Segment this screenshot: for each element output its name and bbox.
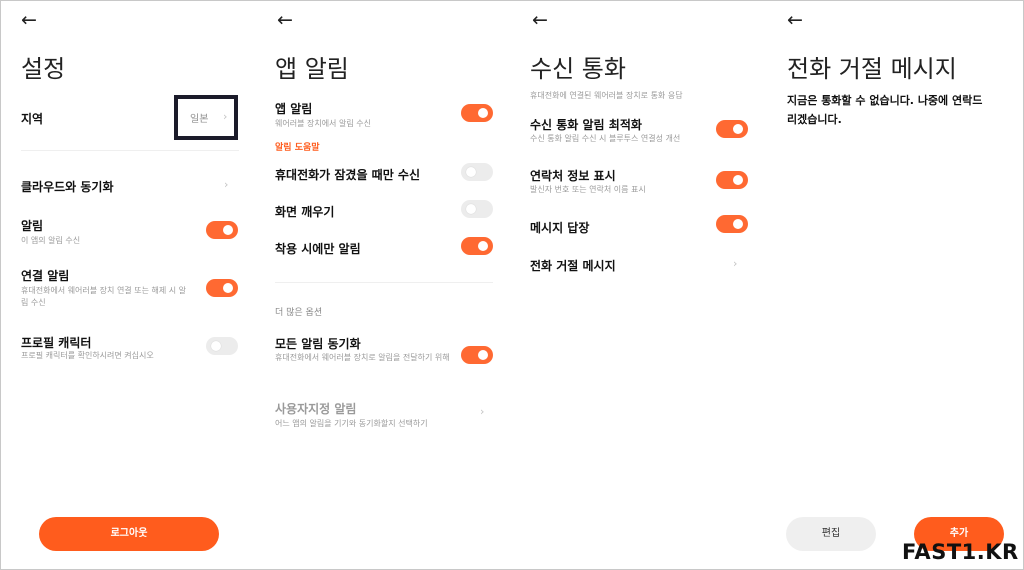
sync-all-label: 모든 알림 동기화 — [275, 337, 361, 351]
back-arrow-icon[interactable]: ← — [787, 9, 803, 31]
toggle-knob — [466, 167, 476, 177]
toggle-knob — [466, 204, 476, 214]
contact-info-toggle[interactable] — [716, 171, 748, 189]
chevron-right-icon: › — [224, 178, 229, 191]
profile-character-label: 프로필 캐릭터 — [21, 336, 92, 350]
divider — [275, 282, 493, 283]
region-label: 지역 — [21, 112, 44, 126]
message-reply-label: 메시지 답장 — [530, 221, 590, 235]
only-wearing-toggle[interactable] — [461, 237, 493, 255]
watermark-text: FAST1.KR — [902, 540, 1019, 564]
app-notifications-screen: ← 앱 알림 앱 알림 웨어러블 장치에서 알림 수신 알림 도움말 휴대전화가… — [256, 0, 511, 570]
connection-alert-desc: 휴대전화에서 웨어러블 장치 연결 또는 해제 시 알림 수신 — [21, 286, 186, 307]
logout-button[interactable]: 로그아웃 — [39, 517, 219, 551]
region-selector[interactable]: 일본 › — [174, 95, 238, 140]
custom-alert-desc: 어느 앱의 알림을 기기와 동기화할지 선택하기 — [275, 419, 428, 428]
region-value: 일본 — [190, 114, 209, 125]
toggle-knob — [478, 350, 488, 360]
settings-screen: ← 설정 지역 일본 › 클라우드와 동기화 › 알림 이 앱의 알림 수신 연… — [0, 0, 255, 570]
receive-locked-toggle[interactable] — [461, 163, 493, 181]
toggle-knob — [733, 175, 743, 185]
chevron-right-icon: › — [223, 110, 228, 123]
toggle-knob — [733, 124, 743, 134]
reject-message-text[interactable]: 지금은 통화할 수 없습니다. 나중에 연락드리겠습니다. — [787, 91, 987, 129]
divider — [21, 150, 239, 151]
cloud-sync-item[interactable]: 클라우드와 동기화 — [21, 178, 114, 195]
toggle-knob — [478, 241, 488, 251]
wake-screen-label: 화면 깨우기 — [275, 205, 335, 219]
custom-alert-item[interactable]: 사용자지정 알림 — [275, 400, 356, 417]
chevron-right-icon: › — [480, 405, 485, 418]
incoming-call-screen: ← 수신 통화 휴대전화에 연결된 웨어러블 장치로 통화 응답 수신 통화 알… — [511, 0, 766, 570]
app-alert-toggle[interactable] — [461, 104, 493, 122]
toggle-knob — [478, 108, 488, 118]
toggle-knob — [223, 225, 233, 235]
optimize-toggle[interactable] — [716, 120, 748, 138]
app-alert-label: 앱 알림 — [275, 102, 313, 116]
page-title: 설정 — [21, 55, 66, 83]
connection-alert-label: 연결 알림 — [21, 269, 70, 283]
message-reply-toggle[interactable] — [716, 215, 748, 233]
toggle-knob — [223, 283, 233, 293]
chevron-right-icon: › — [733, 257, 738, 270]
section-header-helper: 알림 도움말 — [275, 143, 320, 153]
section-header-more: 더 많은 옵션 — [275, 308, 323, 318]
page-title: 수신 통화 — [530, 55, 626, 83]
back-arrow-icon[interactable]: ← — [277, 9, 293, 31]
back-arrow-icon[interactable]: ← — [21, 9, 37, 31]
toggle-knob — [211, 341, 221, 351]
page-title: 앱 알림 — [275, 55, 349, 83]
contact-info-label: 연락처 정보 표시 — [530, 169, 616, 183]
app-alert-desc: 웨어러블 장치에서 알림 수신 — [275, 119, 371, 128]
receive-locked-label: 휴대전화가 잠겼을 때만 수신 — [275, 168, 421, 182]
page-title: 전화 거절 메시지 — [787, 55, 957, 83]
contact-info-desc: 발신자 번호 또는 연락처 이름 표시 — [530, 185, 646, 194]
page-subtitle: 휴대전화에 연결된 웨어러블 장치로 통화 응답 — [530, 91, 683, 100]
back-arrow-icon[interactable]: ← — [532, 9, 548, 31]
edit-button[interactable]: 편집 — [786, 517, 876, 551]
only-wearing-label: 착용 시에만 알림 — [275, 242, 361, 256]
profile-character-desc: 프로필 캐릭터를 확인하시려면 켜십시오 — [21, 351, 154, 360]
sync-all-desc: 휴대전화에서 웨어러블 장치로 알림을 전달하기 위해 — [275, 353, 450, 362]
toggle-knob — [733, 219, 743, 229]
reject-message-screen: ← 전화 거절 메시지 지금은 통화할 수 없습니다. 나중에 연락드리겠습니다… — [766, 0, 1023, 570]
wake-screen-toggle[interactable] — [461, 200, 493, 218]
sync-all-toggle[interactable] — [461, 346, 493, 364]
notifications-toggle[interactable] — [206, 221, 238, 239]
reject-message-item[interactable]: 전화 거절 메시지 — [530, 257, 616, 274]
connection-alert-toggle[interactable] — [206, 279, 238, 297]
notifications-label: 알림 — [21, 219, 44, 233]
optimize-desc: 수신 통화 알림 수신 시 블루투스 연결성 개선 — [530, 134, 681, 143]
optimize-label: 수신 통화 알림 최적화 — [530, 118, 642, 132]
notifications-desc: 이 앱의 알림 수신 — [21, 236, 81, 245]
profile-character-toggle[interactable] — [206, 337, 238, 355]
